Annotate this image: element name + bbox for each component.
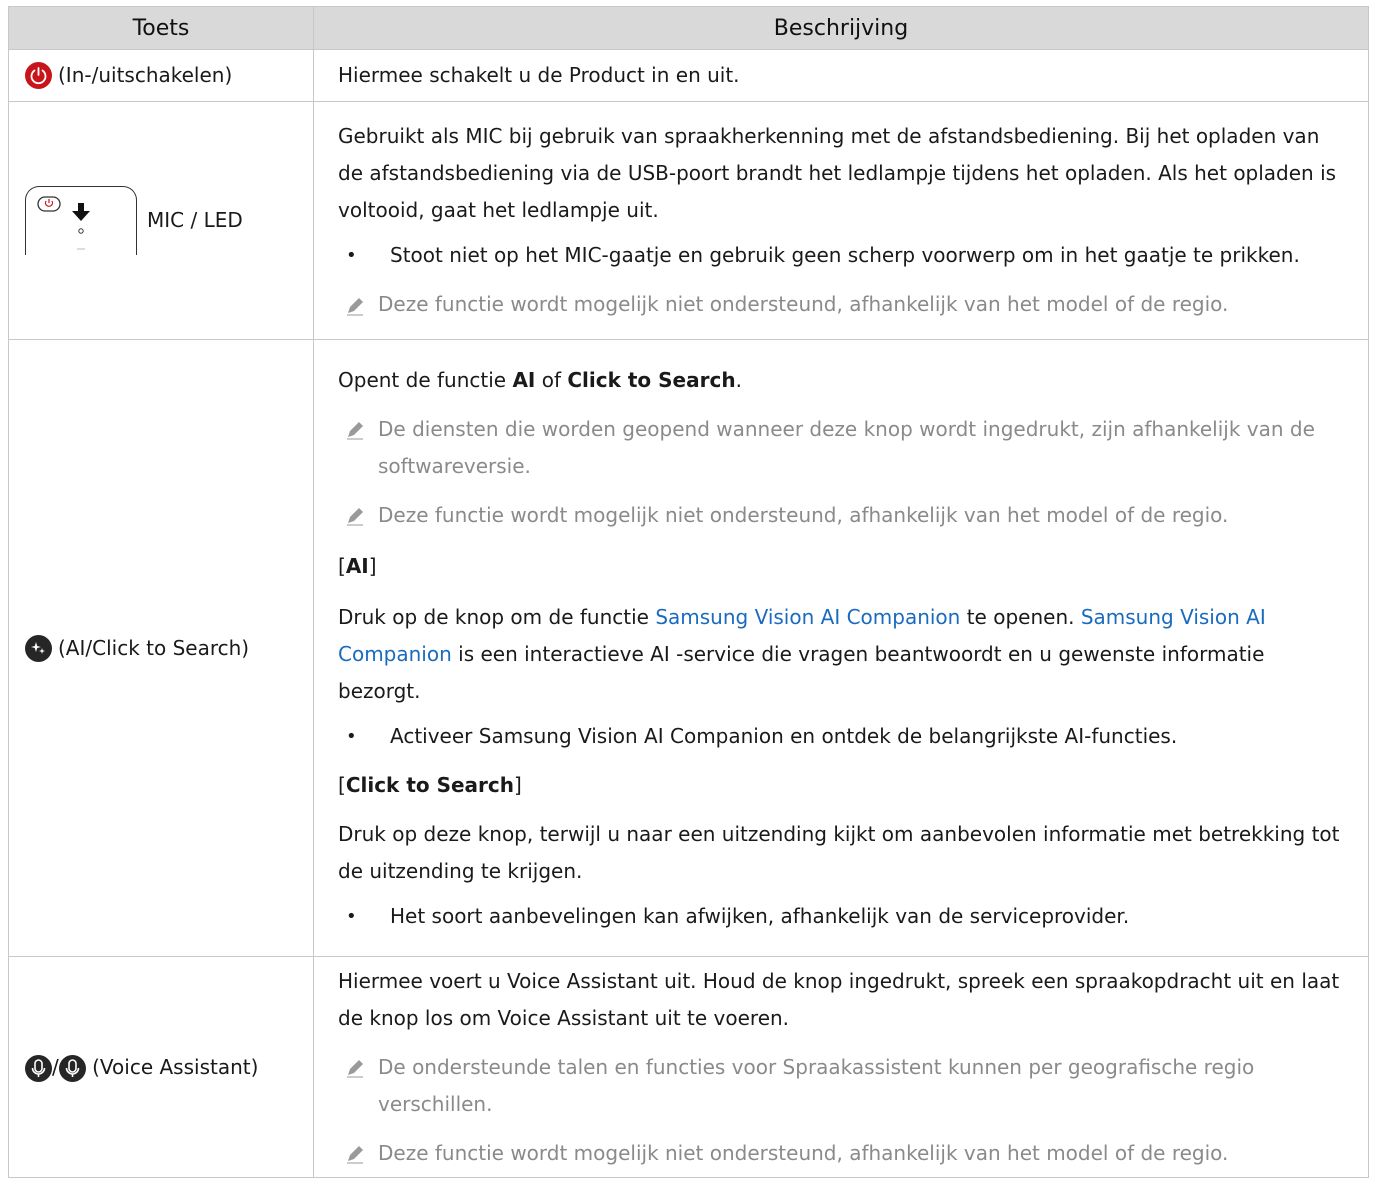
table-row: MIC / LED Gebruikt als MIC bij gebruik v… [8, 101, 1369, 340]
note-item: Deze functie wordt mogelijk niet onderst… [338, 286, 1350, 323]
desc-cell-power: Hiermee schakelt u de Product in en uit. [313, 49, 1369, 102]
power-icon [25, 62, 52, 89]
ai-description: Druk op de knop om de functie Samsung Vi… [338, 604, 1266, 703]
note-item: De ondersteunde talen en functies voor S… [338, 1049, 1350, 1123]
pencil-note-icon [338, 497, 378, 534]
remote-buttons-table: Toets Beschrijving (In-/uitschakelen) Hi… [8, 6, 1369, 1178]
pencil-note-icon [338, 411, 378, 485]
pencil-note-icon [338, 1135, 378, 1172]
desc-cell-mic: Gebruikt als MIC bij gebruik van spraakh… [313, 101, 1369, 340]
section-heading-ai: [AI] [338, 553, 377, 578]
pencil-note-icon [338, 1049, 378, 1123]
note-text: Deze functie wordt mogelijk niet onderst… [378, 1140, 1229, 1165]
bullet-text: Stoot niet op het MIC-gaatje en gebruik … [390, 243, 1300, 267]
ai-search-icon [25, 634, 52, 662]
bullet-text: Het soort aanbevelingen kan afwijken, af… [390, 903, 1130, 928]
description-text: Hiermee voert u Voice Assistant uit. Hou… [338, 968, 1340, 1030]
click-to-search-description: Druk op deze knop, terwijl u naar een ui… [338, 821, 1340, 883]
key-cell-ai: (AI/Click to Search) [8, 339, 314, 957]
key-label-ai: (AI/Click to Search) [58, 635, 250, 660]
pencil-note-icon [338, 286, 378, 323]
key-cell-power: (In-/uitschakelen) [8, 49, 314, 102]
table-row: (AI/Click to Search) Opent de functie AI… [8, 339, 1369, 957]
note-item: Deze functie wordt mogelijk niet onderst… [338, 1135, 1350, 1172]
note-text: Deze functie wordt mogelijk niet onderst… [378, 292, 1229, 316]
term-ai: AI [512, 367, 536, 392]
bullet-item: • Het soort aanbevelingen kan afwijken, … [338, 898, 1350, 935]
note-item: Deze functie wordt mogelijk niet onderst… [338, 497, 1350, 534]
remote-mic-led-illustration [25, 186, 137, 255]
header-key: Toets [8, 6, 314, 50]
microphone-icon [58, 1054, 86, 1082]
note-item: De diensten die worden geopend wanneer d… [338, 411, 1350, 485]
bullet-text: Activeer Samsung Vision AI Companion en … [390, 723, 1178, 748]
note-text: De ondersteunde talen en functies voor S… [378, 1054, 1255, 1116]
bullet-item: • Activeer Samsung Vision AI Companion e… [338, 718, 1350, 755]
key-cell-voice: / (Voice Assistant) [8, 956, 314, 1178]
microphone-icon [25, 1054, 52, 1082]
key-label-mic-led: MIC / LED [147, 208, 243, 232]
table-row: / (Voice Assistant) Hiermee voert u Voic… [8, 956, 1369, 1178]
desc-cell-voice: Hiermee voert u Voice Assistant uit. Hou… [313, 956, 1369, 1178]
icon-separator: / [52, 1054, 59, 1079]
section-heading-click-to-search: [Click to Search] [338, 772, 522, 797]
note-text: Deze functie wordt mogelijk niet onderst… [378, 502, 1229, 527]
key-cell-mic: MIC / LED [8, 101, 314, 340]
desc-cell-ai: Opent de functie AI of Click to Search. … [313, 339, 1369, 957]
header-description: Beschrijving [313, 6, 1369, 50]
bullet-dot: • [346, 905, 357, 927]
link-vision-ai-companion[interactable]: Samsung Vision AI Companion [655, 605, 960, 629]
description-text: Gebruikt als MIC bij gebruik van spraakh… [338, 124, 1337, 222]
bullet-dot: • [346, 245, 357, 266]
table-row: (In-/uitschakelen) Hiermee schakelt u de… [8, 49, 1369, 102]
key-label-power: (In-/uitschakelen) [58, 63, 233, 87]
key-label-voice: (Voice Assistant) [92, 1054, 259, 1079]
bullet-item: • Stoot niet op het MIC-gaatje en gebrui… [338, 237, 1350, 274]
note-text: De diensten die worden geopend wanneer d… [378, 416, 1315, 478]
table-header-row: Toets Beschrijving [8, 6, 1369, 50]
bullet-dot: • [346, 725, 357, 747]
term-click-to-search: Click to Search [567, 367, 736, 392]
description-text: Hiermee schakelt u de Product in en uit. [338, 63, 740, 87]
description-intro: Opent de functie AI of Click to Search. [338, 367, 742, 392]
